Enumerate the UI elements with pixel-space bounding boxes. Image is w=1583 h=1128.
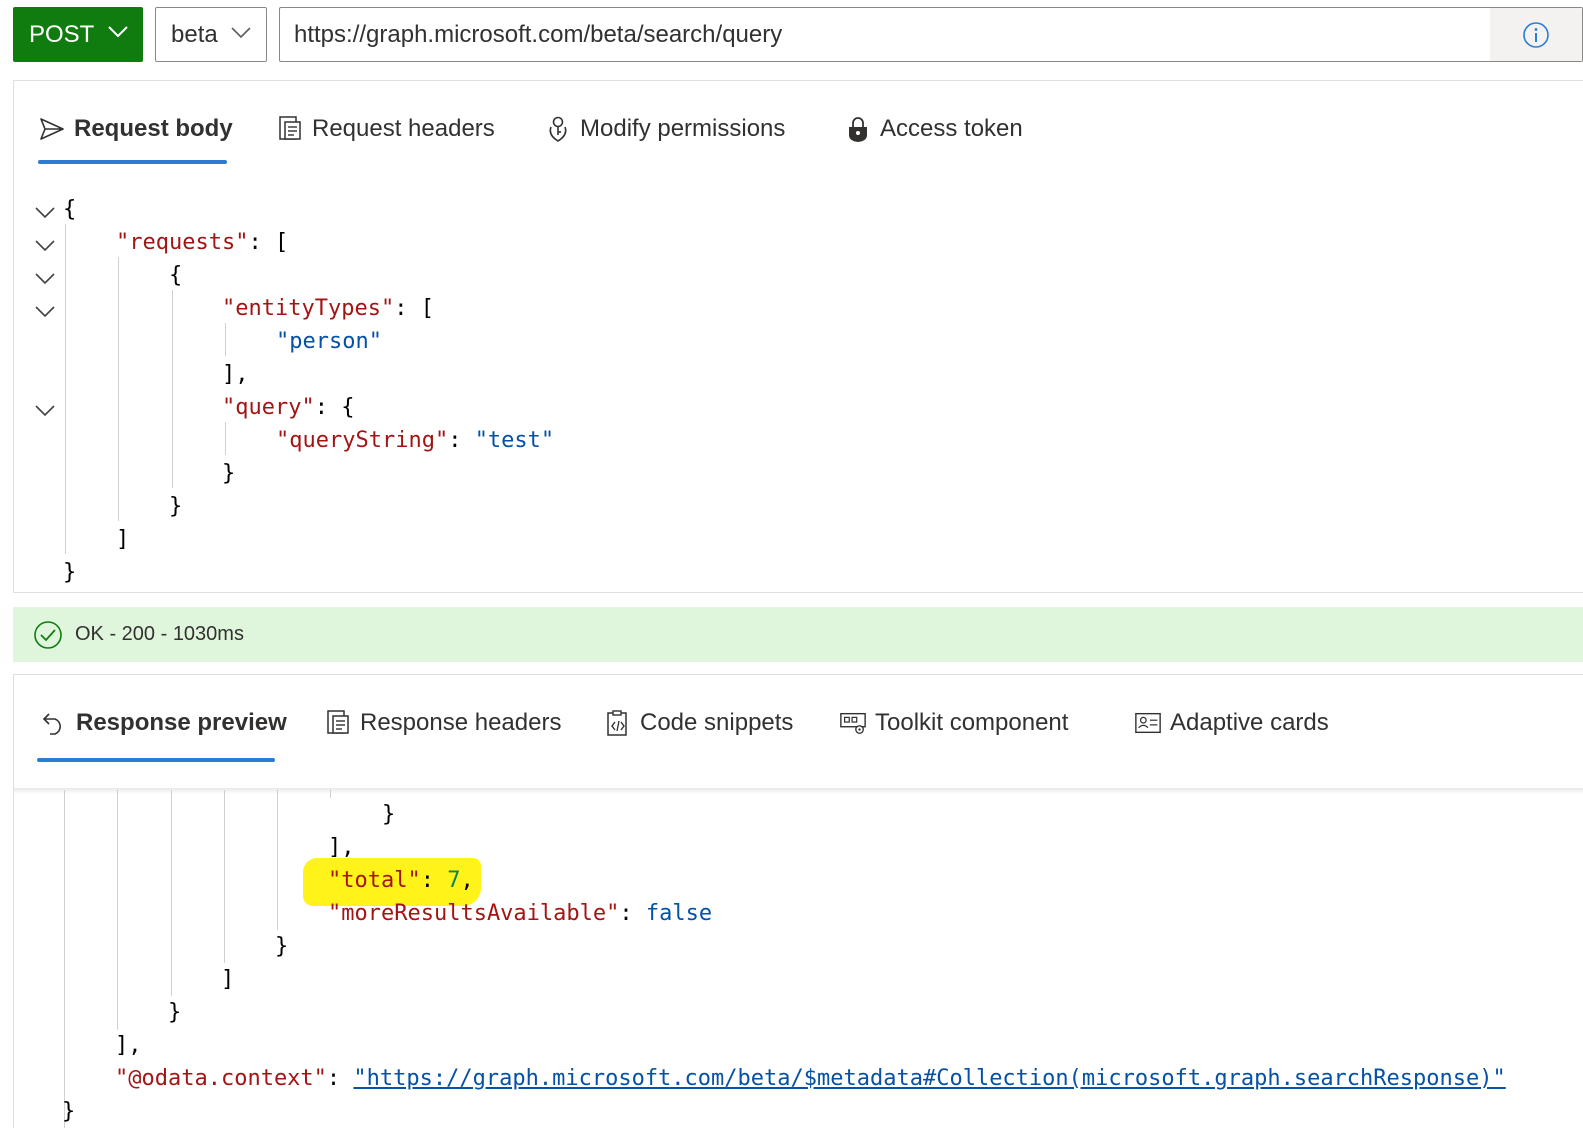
indent-guide (277, 790, 278, 930)
undo-arrow-icon (40, 709, 68, 737)
send-icon (38, 115, 66, 143)
tab-label: Modify permissions (580, 115, 786, 142)
response-body-viewer[interactable]: } ], "total": 7, "moreResultsAvailable":… (13, 790, 1573, 1128)
tab-code-snippets[interactable]: Code snippets (604, 705, 793, 741)
active-tab-indicator (38, 160, 227, 164)
fold-chevron-icon[interactable] (34, 201, 56, 223)
indent-guide (171, 790, 172, 996)
tab-request-headers[interactable]: Request headers (276, 111, 495, 147)
fold-chevron-icon[interactable] (34, 267, 56, 289)
version-label: beta (171, 20, 218, 48)
lock-icon (844, 115, 872, 143)
tab-label: Request headers (312, 115, 495, 142)
tab-request-body[interactable]: Request body (38, 111, 233, 147)
indent-guide (65, 224, 66, 554)
code-line: ] (116, 527, 130, 552)
info-icon (1523, 21, 1549, 48)
http-method-dropdown[interactable]: POST (13, 7, 143, 62)
status-text: OK - 200 - 1030ms (75, 623, 244, 645)
request-tabs: Request body Request headers Modify perm… (14, 81, 1583, 171)
code-line: "requests": [ (116, 230, 289, 255)
indent-guide (330, 790, 331, 798)
indent-guide (225, 323, 226, 356)
tab-access-token[interactable]: Access token (844, 111, 1023, 147)
request-panel: Request body Request headers Modify perm… (13, 80, 1583, 593)
tab-label: Toolkit component (875, 709, 1069, 736)
code-line: } (62, 1099, 76, 1124)
request-body-editor[interactable]: { "requests": [ { "entityTypes": [ "pers… (14, 193, 1574, 593)
chevron-down-icon (108, 26, 128, 38)
code-line: } (63, 560, 77, 585)
code-line: } (275, 934, 289, 959)
chevron-down-icon (231, 27, 251, 39)
url-text: https://graph.microsoft.com/beta/search/… (294, 20, 783, 48)
response-status-bar: OK - 200 - 1030ms (13, 607, 1583, 662)
active-tab-indicator (37, 758, 275, 762)
code-line: "@odata.context": "https://graph.microso… (115, 1066, 1506, 1091)
version-dropdown[interactable]: beta (155, 7, 267, 62)
code-line: { (63, 197, 77, 222)
code-line: } (222, 461, 236, 486)
contact-card-icon (1134, 709, 1162, 737)
code-line: ] (221, 967, 235, 992)
code-line: } (168, 1000, 182, 1025)
code-line: ], (222, 362, 249, 387)
indent-guide (64, 790, 65, 1128)
fold-chevron-icon[interactable] (34, 399, 56, 421)
indent-guide (118, 257, 119, 521)
tab-modify-permissions[interactable]: Modify permissions (544, 111, 785, 147)
indent-guide (172, 290, 173, 488)
tab-label: Request body (74, 115, 233, 142)
key-icon (544, 115, 572, 143)
tab-label: Adaptive cards (1170, 709, 1329, 736)
indent-guide (225, 422, 226, 455)
clipboard-code-icon (604, 709, 632, 737)
code-line: "person" (276, 329, 382, 354)
tab-label: Response preview (76, 709, 287, 736)
document-list-icon (276, 115, 304, 143)
document-list-icon (324, 709, 352, 737)
indent-guide (117, 790, 118, 1030)
tab-toolkit-component[interactable]: Toolkit component (839, 705, 1068, 741)
response-tabs: Response preview Response headers Code s… (14, 675, 1583, 765)
toolkit-icon (839, 709, 867, 737)
fold-chevron-icon[interactable] (34, 300, 56, 322)
code-line: "entityTypes": [ (222, 296, 434, 321)
tab-response-preview[interactable]: Response preview (40, 705, 287, 741)
check-circle-icon (33, 620, 63, 650)
code-line: ], (328, 835, 355, 860)
tab-response-headers[interactable]: Response headers (324, 705, 561, 741)
tab-label: Response headers (360, 709, 562, 736)
fold-chevron-icon[interactable] (34, 234, 56, 256)
url-input[interactable]: https://graph.microsoft.com/beta/search/… (279, 7, 1583, 62)
code-line: } (169, 494, 183, 519)
code-line: "query": { (222, 395, 355, 420)
info-button[interactable] (1490, 8, 1582, 61)
code-line: } (382, 802, 396, 827)
code-line-total: "total": 7, (328, 868, 474, 893)
code-line: { (169, 263, 183, 288)
http-method-label: POST (29, 20, 95, 48)
indent-guide (224, 790, 225, 963)
code-line: "queryString": "test" (276, 428, 555, 453)
tab-label: Access token (880, 115, 1023, 142)
request-toolbar: POST beta https://graph.microsoft.com/be… (13, 7, 1583, 63)
tab-adaptive-cards[interactable]: Adaptive cards (1134, 705, 1329, 741)
code-line: ], (115, 1033, 142, 1058)
code-line: "moreResultsAvailable": false (328, 901, 713, 926)
odata-context-link[interactable]: "https://graph.microsoft.com/beta/$metad… (353, 1066, 1505, 1091)
tab-label: Code snippets (640, 709, 794, 736)
